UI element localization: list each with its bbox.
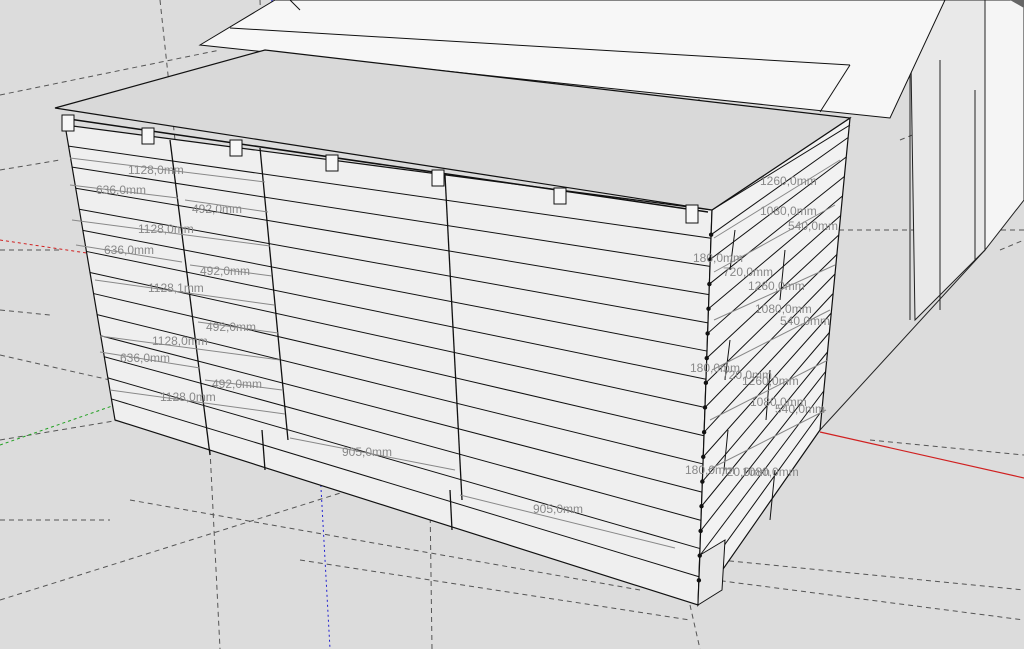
- shed-model-scene[interactable]: 1128,0mm636,0mm492,0mm1128,0mm636,0mm492…: [0, 0, 1024, 649]
- dimension-label: 180,0mm: [693, 251, 743, 265]
- dimension-label: 540,0mm: [788, 219, 838, 233]
- dimension-label: 540,0mm: [780, 314, 830, 328]
- dimension-label: 636,0mm: [96, 183, 146, 197]
- dimension-label: 905,0mm: [533, 502, 583, 516]
- dimension-label: 1080,0mm: [760, 204, 817, 218]
- dimension-label: 492,0mm: [192, 202, 242, 216]
- corner-dot: [698, 528, 703, 534]
- corner-dot: [702, 405, 708, 410]
- corner-dot: [701, 429, 707, 435]
- corner-dot: [696, 578, 702, 583]
- green-axis: [0, 404, 116, 446]
- corner-dot: [700, 479, 705, 484]
- dimension-label: 540,0mm: [775, 402, 825, 416]
- dimension-label: 1128,0mm: [152, 334, 208, 348]
- corner-dot: [703, 380, 709, 386]
- corner-dot: [697, 553, 702, 558]
- dimension-label: 1128,0mm: [160, 390, 216, 404]
- corner-dot: [701, 454, 706, 460]
- corner-dot: [699, 504, 704, 509]
- dimension-label: 1260,0mm: [760, 174, 817, 188]
- corner-dot: [705, 331, 710, 336]
- corner-dot: [708, 232, 714, 237]
- dimension-label: 1080,0mm: [742, 465, 799, 479]
- dimension-label: 1260,0mm: [742, 374, 799, 388]
- dimension-label: 492,0mm: [206, 320, 256, 334]
- dimension-label: 492,0mm: [200, 264, 250, 278]
- dimension-label: 636,0mm: [104, 243, 154, 257]
- modeling-viewport[interactable]: 1128,0mm 636,0mm 492,0mm 1128,0mm 636,0mm 492…: [0, 0, 1024, 649]
- red-axis-solid: [819, 431, 1024, 479]
- corner-dot: [704, 355, 709, 361]
- dimension-label: 492,0mm: [212, 377, 262, 391]
- corner-dot: [707, 281, 712, 287]
- dimension-label: 905,0mm: [342, 445, 392, 459]
- corner-dot: [706, 306, 711, 311]
- dimension-label: 1128,0mm: [128, 163, 184, 177]
- dimension-label: 720,0mm: [723, 265, 773, 279]
- dimension-label: 1260,0mm: [748, 279, 805, 293]
- dimension-label: 636,0mm: [120, 351, 170, 365]
- dimension-label: 1128,0mm: [138, 222, 194, 236]
- dimension-label: 1128,1mm: [148, 281, 204, 295]
